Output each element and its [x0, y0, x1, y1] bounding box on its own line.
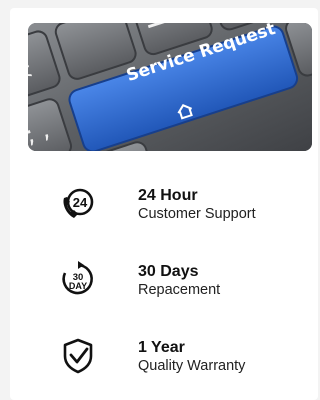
feature-subtitle: Quality Warranty — [138, 358, 246, 374]
feature-30-days-text: 30 Days Repacement — [138, 262, 220, 299]
features-card: < ; , ? Service Request 24 — [10, 8, 318, 400]
feature-24-hour-support: 24 24 Hour Customer Support — [10, 176, 318, 236]
feature-title: 30 Days — [138, 263, 199, 280]
service-request-banner-image: < ; , ? Service Request — [28, 23, 312, 151]
feature-1-year-text: 1 Year Quality Warranty — [138, 338, 245, 375]
shield-check-icon — [58, 336, 98, 376]
feature-title: 24 Hour — [138, 187, 198, 204]
30-day-cycle-icon: 30 DAY — [58, 260, 98, 300]
feature-1-year-warranty: 1 Year Quality Warranty — [10, 328, 318, 388]
feature-30-days-replacement: 30 DAY 30 Days Repacement — [10, 252, 318, 312]
feature-subtitle: Customer Support — [138, 206, 256, 222]
feature-subtitle: Repacement — [138, 282, 221, 298]
feature-24-hour-text: 24 Hour Customer Support — [138, 186, 256, 223]
phone-24h-icon: 24 — [58, 184, 98, 224]
30-day-icon-unit: DAY — [69, 281, 87, 291]
feature-title: 1 Year — [138, 339, 185, 356]
phone-24h-icon-text: 24 — [73, 195, 88, 210]
